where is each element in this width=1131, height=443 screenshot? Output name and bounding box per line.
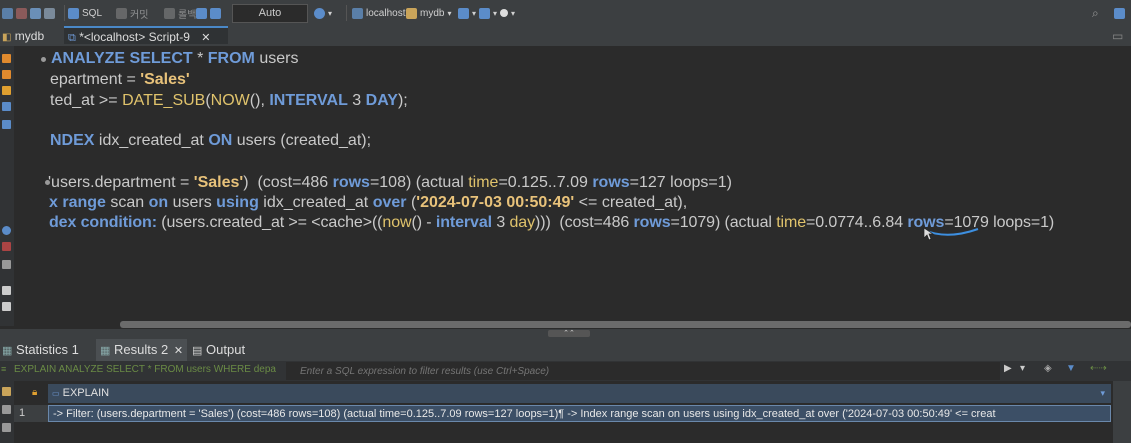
outline-icon[interactable] [2, 260, 11, 269]
chevron-down-icon: ▾ [447, 8, 452, 18]
tab-statistics[interactable]: ▦ Statistics 1 [2, 339, 79, 361]
back-icon[interactable] [2, 7, 13, 19]
commit-icon [116, 7, 127, 19]
collapse-handle-icon[interactable]: ⌃⌃ [548, 330, 590, 337]
code-line-5: 'users.department = 'Sales') (cost=486 r… [48, 174, 732, 191]
output-icon: ▤ [192, 345, 203, 357]
layout-icon[interactable] [479, 7, 491, 19]
tab-mydb[interactable]: ◧ mydb [2, 26, 44, 46]
global-search-icon[interactable]: ⌕ [1092, 5, 1099, 21]
script-icon: ⧉ [68, 32, 76, 44]
toolbar-extra-icons[interactable]: ▾ ▾ ▾ [458, 5, 515, 21]
rollback-icon [164, 7, 175, 19]
code-line-6: x range scan on users using idx_created_… [49, 194, 688, 211]
column-header-explain[interactable]: ▭ EXPLAIN ▾ [48, 384, 1111, 403]
editor-tab-bar: ◧ mydb ⧉ *<localhost> Script-9 ✕ ▭ [0, 26, 1131, 46]
mouse-cursor-icon [923, 227, 935, 241]
database-icon [352, 7, 363, 19]
grid-side-toolbar [0, 381, 14, 443]
close-icon[interactable]: ✕ [174, 345, 183, 357]
datasource-selector[interactable]: localhost ▾ [352, 5, 412, 21]
transaction-mode-icon[interactable] [196, 7, 207, 19]
console-icon[interactable] [2, 120, 11, 129]
sql-editor[interactable]: ANALYZE SELECT * FROM users epartment = … [14, 46, 1131, 326]
grid-icon: ▦ [100, 345, 111, 357]
grid-vertical-scrollbar[interactable] [1113, 381, 1131, 443]
tab-output[interactable]: ▤ Output [192, 339, 245, 361]
funnel-icon[interactable]: ▼ [1066, 363, 1076, 374]
schema-icon [406, 7, 417, 19]
results-grid[interactable]: 🔒︎ ▭ EXPLAIN ▾ 1 -> Filter: (users.depar… [0, 381, 1131, 443]
search-icon[interactable] [500, 9, 509, 17]
editor-side-toolbar [0, 46, 14, 326]
lock-icon[interactable] [210, 7, 221, 19]
sql-icon [68, 7, 79, 19]
settings-icon[interactable] [44, 7, 55, 19]
code-line-2: epartment = 'Sales' [50, 71, 190, 88]
main-toolbar: SQL 커밋 롤백 Auto ▾ localhost ▾ mydb ▾ ▾ ▾ … [0, 0, 1131, 27]
refresh-icon[interactable] [30, 7, 41, 19]
clock-icon [314, 7, 325, 19]
result-tab-bar: ▦ Statistics 1 ▦ Results 2 ✕ ▤ Output [0, 339, 1131, 362]
table-row[interactable]: -> Filter: (users.department = 'Sales') … [48, 405, 1111, 422]
editor-horizontal-scrollbar[interactable] [120, 321, 1131, 328]
row-number: 1 [14, 405, 48, 422]
file-export-icon[interactable] [2, 302, 11, 311]
eraser-icon[interactable]: ◈ [1044, 363, 1052, 374]
filter-history-icon[interactable]: ▾ [1020, 363, 1025, 374]
toolbar-nav-icons[interactable] [2, 5, 55, 21]
text-mode-icon[interactable] [2, 405, 11, 414]
column-type-icon: ▭ [52, 389, 60, 398]
code-line-1: ANALYZE SELECT * FROM users [51, 50, 299, 67]
gear-icon[interactable] [2, 226, 11, 235]
executed-query-label: EXPLAIN ANALYZE SELECT * FROM users WHER… [14, 364, 276, 375]
code-line-4: NDEX idx_created_at ON users (created_at… [50, 132, 372, 149]
close-icon[interactable]: ✕ [201, 32, 210, 44]
chevron-down-icon: ▾ [328, 8, 333, 18]
close-panel-icon[interactable] [2, 242, 11, 251]
query-icon: ≡ [1, 364, 7, 374]
explain-icon[interactable] [2, 86, 11, 95]
schema-selector[interactable]: mydb ▾ [406, 5, 451, 21]
maximize-icon[interactable]: ▭ [1112, 26, 1123, 46]
history-button[interactable]: ▾ [314, 5, 332, 21]
result-filter-bar: ≡ EXPLAIN ANALYZE SELECT * FROM users WH… [0, 361, 1131, 381]
record-mode-icon[interactable] [2, 423, 11, 432]
apply-filter-icon[interactable]: ▶ [1004, 363, 1012, 374]
statement-marker [41, 57, 46, 62]
execute-icon[interactable] [2, 54, 11, 63]
execute-script-icon[interactable] [2, 70, 11, 79]
navigate-icons[interactable]: ⇠⇢ [1090, 363, 1107, 374]
filter-expression-input[interactable] [286, 362, 1000, 380]
tab-script-9[interactable]: ⧉ *<localhost> Script-9 ✕ [64, 26, 228, 44]
grid-mode-icon[interactable] [2, 387, 11, 396]
connection-icon[interactable] [458, 7, 469, 19]
statistics-icon: ▦ [2, 345, 13, 357]
rollback-button[interactable]: 롤백 [164, 5, 196, 21]
commit-button[interactable]: 커밋 [116, 5, 148, 21]
transaction-mode-select[interactable]: Auto [232, 4, 308, 23]
perspective-icon[interactable] [1114, 5, 1125, 21]
lock-icon: 🔒︎ [32, 387, 38, 398]
sql-editor-button[interactable]: SQL [68, 5, 102, 21]
database-icon: ◧ [2, 32, 12, 43]
tab-results[interactable]: ▦ Results 2 ✕ [96, 339, 188, 361]
code-line-7: dex condition: (users.created_at >= <cac… [49, 214, 1055, 231]
code-line-3: ted_at >= DATE_SUB(NOW(), INTERVAL 3 DAY… [50, 92, 408, 109]
transaction-icons[interactable] [196, 5, 221, 21]
panel-splitter[interactable]: ⌃⌃ [0, 329, 1131, 339]
file-icon[interactable] [2, 286, 11, 295]
load-plan-icon[interactable] [2, 102, 11, 111]
stop-icon[interactable] [16, 7, 27, 19]
sort-icon[interactable]: ▾ [1100, 384, 1105, 403]
